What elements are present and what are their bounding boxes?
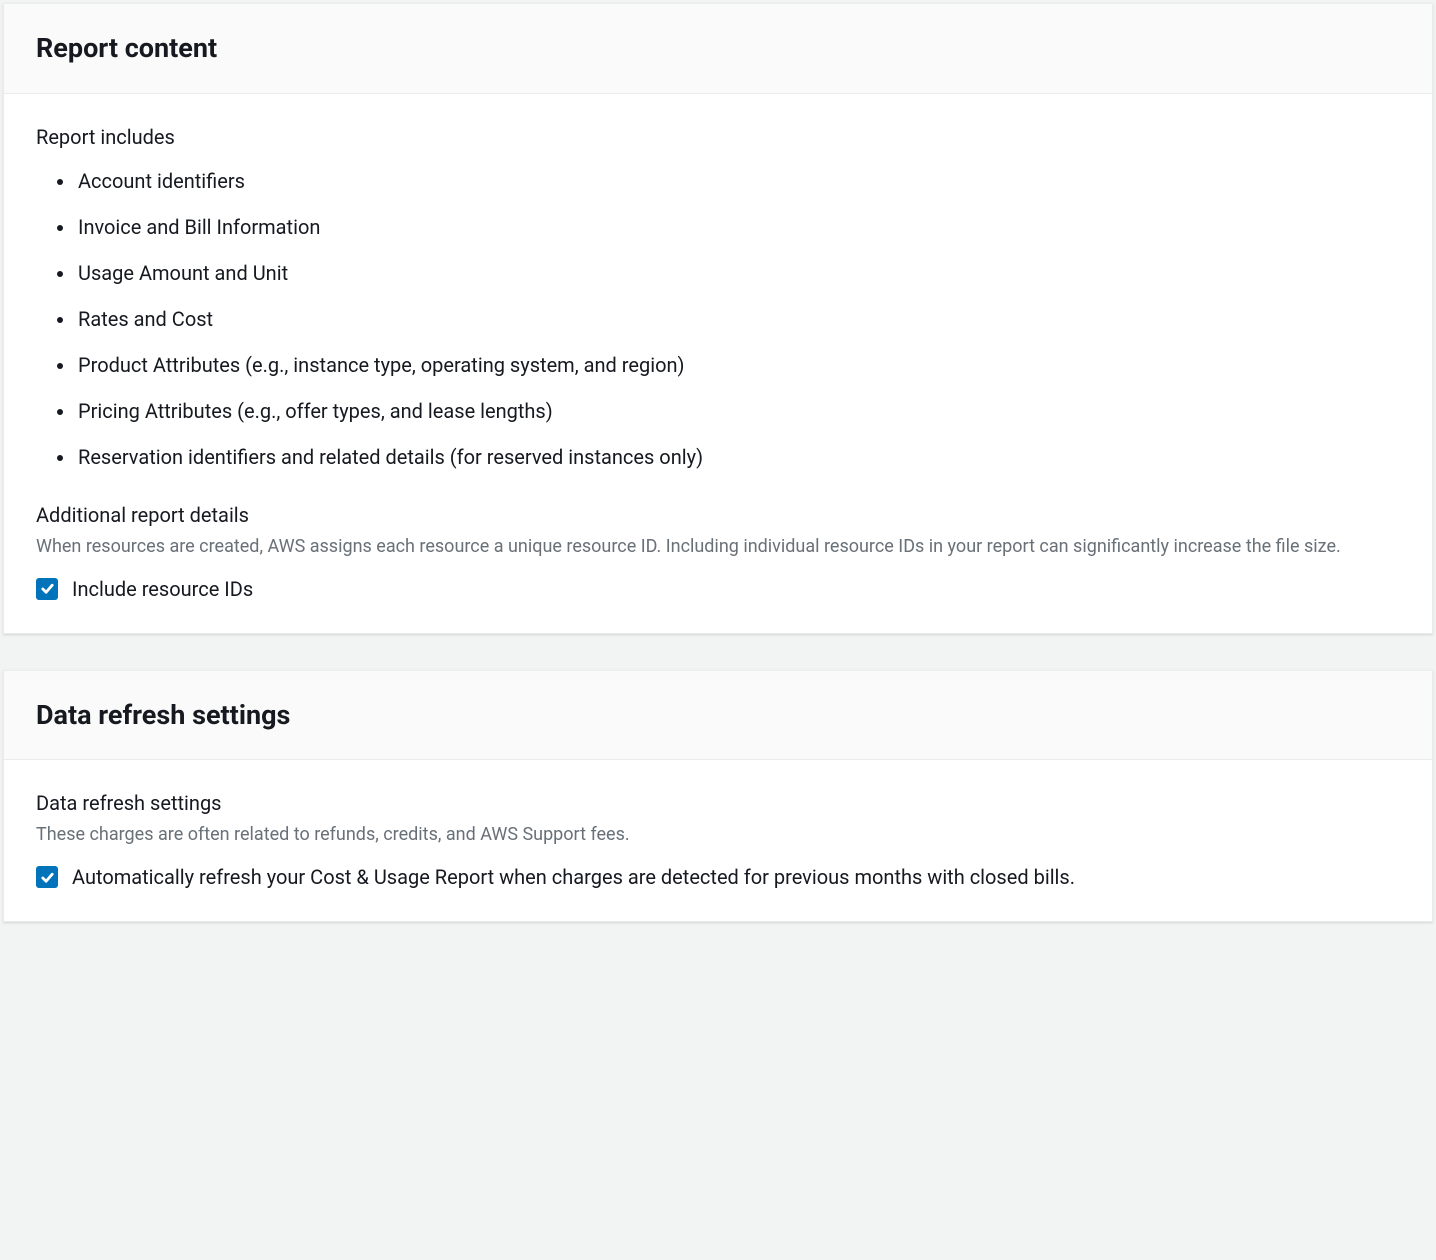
list-item: Product Attributes (e.g., instance type,… (76, 350, 1400, 380)
additional-report-details-label: Additional report details (36, 500, 1400, 530)
list-item: Pricing Attributes (e.g., offer types, a… (76, 396, 1400, 426)
report-content-panel: Report content Report includes Account i… (3, 3, 1433, 634)
data-refresh-label: Data refresh settings (36, 788, 1400, 818)
report-content-body: Report includes Account identifiers Invo… (4, 94, 1432, 633)
list-item: Account identifiers (76, 166, 1400, 196)
data-refresh-panel: Data refresh settings Data refresh setti… (3, 670, 1433, 923)
auto-refresh-checkbox[interactable] (36, 866, 58, 888)
report-includes-list: Account identifiers Invoice and Bill Inf… (36, 166, 1400, 472)
checkmark-icon (40, 581, 55, 596)
auto-refresh-row: Automatically refresh your Cost & Usage … (36, 862, 1400, 893)
data-refresh-body: Data refresh settings These charges are … (4, 760, 1432, 921)
report-content-title: Report content (36, 28, 1400, 69)
data-refresh-helper: These charges are often related to refun… (36, 822, 1400, 848)
list-item: Invoice and Bill Information (76, 212, 1400, 242)
auto-refresh-label: Automatically refresh your Cost & Usage … (72, 862, 1075, 893)
checkmark-icon (40, 870, 55, 885)
report-includes-label: Report includes (36, 122, 1400, 152)
list-item: Usage Amount and Unit (76, 258, 1400, 288)
additional-report-details-helper: When resources are created, AWS assigns … (36, 534, 1400, 560)
data-refresh-title: Data refresh settings (36, 695, 1400, 736)
list-item: Reservation identifiers and related deta… (76, 442, 1400, 472)
list-item: Rates and Cost (76, 304, 1400, 334)
include-resource-ids-row: Include resource IDs (36, 574, 1400, 605)
include-resource-ids-label: Include resource IDs (72, 574, 253, 605)
include-resource-ids-checkbox[interactable] (36, 578, 58, 600)
report-content-header: Report content (4, 4, 1432, 94)
data-refresh-header: Data refresh settings (4, 671, 1432, 761)
